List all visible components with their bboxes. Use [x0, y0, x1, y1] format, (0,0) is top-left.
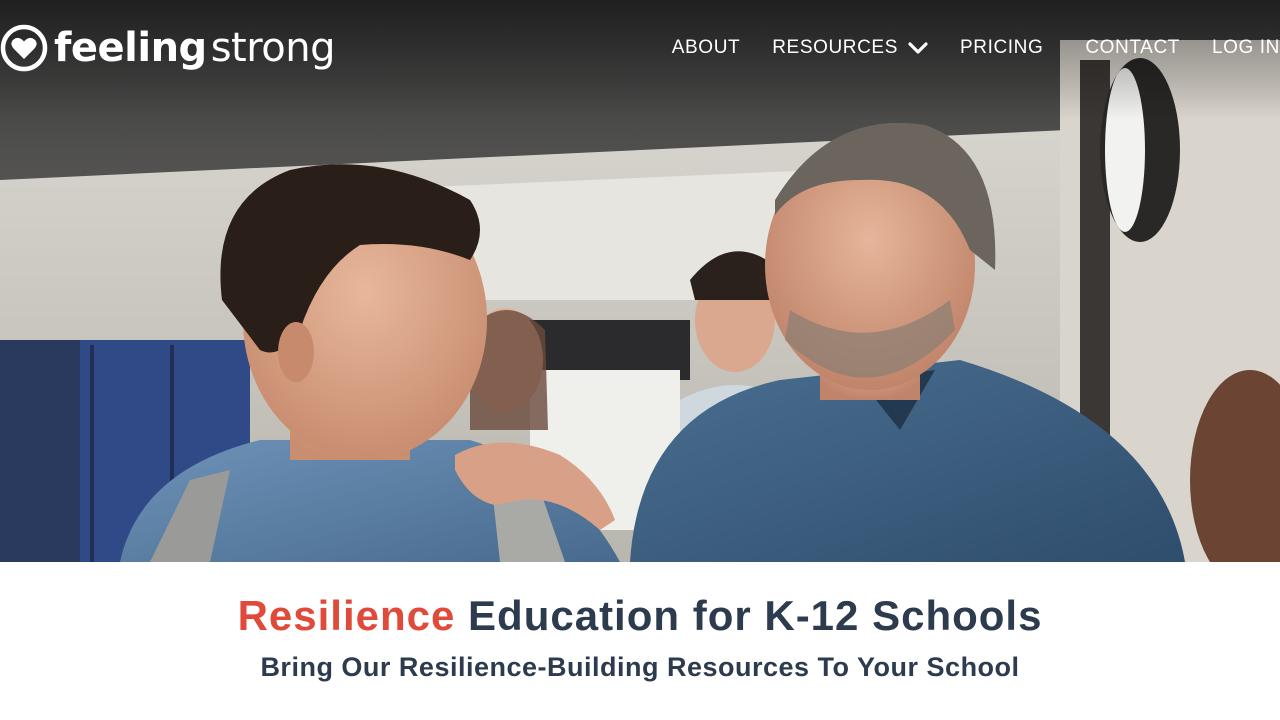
site-logo[interactable]: feeling strong [0, 18, 336, 78]
headline-accent: Resilience [237, 592, 456, 639]
page-headline: Resilience Education for K-12 Schools [0, 590, 1280, 642]
nav-item-about[interactable]: ABOUT [672, 37, 740, 59]
logo-text-bold: feeling [54, 25, 207, 71]
hero-section: feeling strong ABOUT RESOURCES PRICING CO… [0, 0, 1280, 562]
main-nav: ABOUT RESOURCES PRICING CONTACT LOG IN [672, 0, 1280, 96]
logo-text-regular: strong [210, 25, 336, 71]
nav-item-pricing[interactable]: PRICING [960, 37, 1043, 59]
site-header: feeling strong ABOUT RESOURCES PRICING CO… [0, 0, 1280, 96]
page-subheadline: Bring Our Resilience-Building Resources … [260, 652, 1020, 682]
nav-item-contact[interactable]: CONTACT [1085, 37, 1180, 59]
heart-circle-icon [0, 24, 48, 72]
nav-item-resources-label: RESOURCES [772, 37, 898, 58]
chevron-down-icon [908, 42, 928, 54]
nav-item-login[interactable]: LOG IN [1212, 37, 1280, 59]
nav-item-resources[interactable]: RESOURCES [772, 37, 928, 59]
logo-text: feeling strong [54, 25, 336, 71]
headline-rest: Education for K-12 Schools [468, 592, 1043, 639]
hero-text-section: Resilience Education for K-12 Schools Br… [0, 562, 1280, 684]
